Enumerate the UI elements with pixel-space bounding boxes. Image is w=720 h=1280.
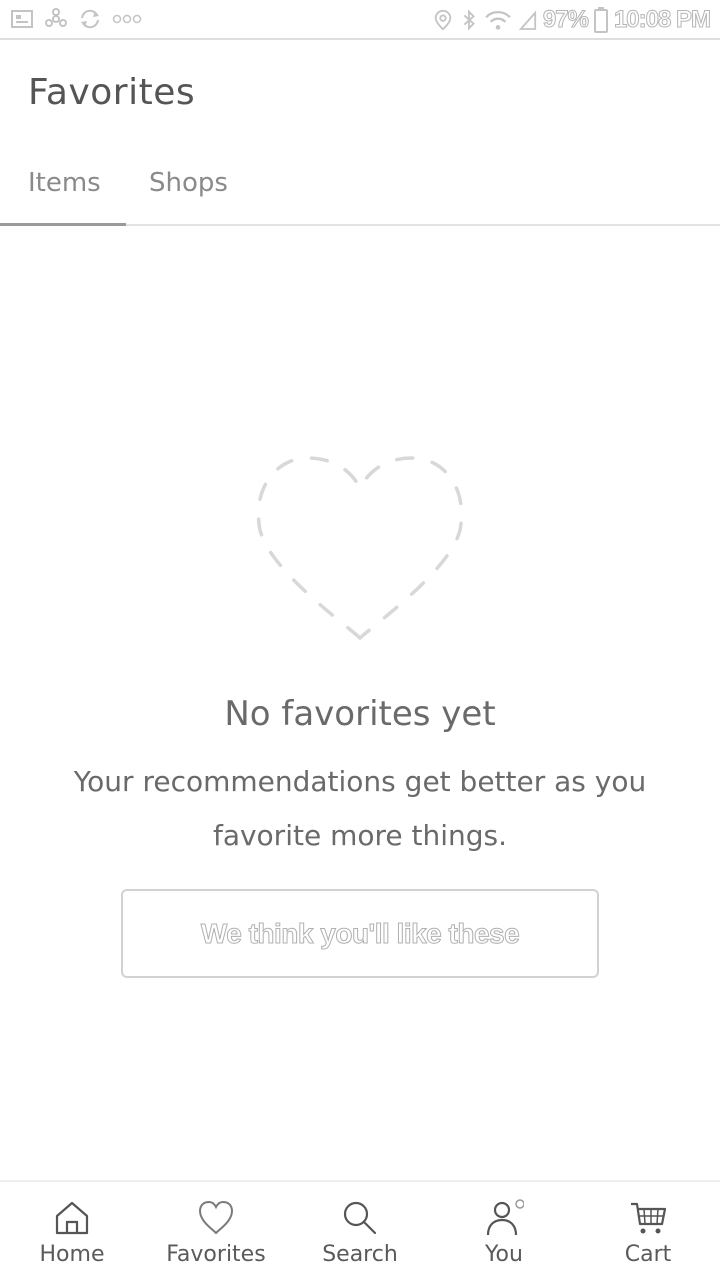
page-title: Favorites	[28, 72, 196, 113]
more-icon	[112, 14, 142, 24]
bottom-nav: Home Favorites Search You Cart	[0, 1180, 720, 1280]
nav-favorites-label: Favorites	[166, 1242, 266, 1267]
status-time: 10:08 PM	[613, 6, 711, 34]
battery-percent: 97%	[542, 6, 589, 34]
status-bar-right: 97% 10:08 PM	[431, 6, 712, 34]
battery-icon	[593, 7, 608, 33]
bluetooth-icon	[463, 9, 475, 31]
signal-icon	[518, 10, 536, 30]
nav-cart-label: Cart	[624, 1242, 672, 1267]
wifi-icon	[485, 11, 511, 30]
nav-home[interactable]: Home	[0, 1182, 144, 1280]
nav-search-label: Search	[322, 1242, 398, 1267]
nav-home-label: Home	[39, 1242, 105, 1267]
tab-shops[interactable]: Shops	[149, 168, 228, 198]
nav-favorites[interactable]: Favorites	[144, 1182, 288, 1280]
search-icon	[343, 1201, 377, 1235]
empty-state-subtitle: Your recommendations get better as you f…	[73, 765, 647, 852]
nav-cart[interactable]: Cart	[576, 1182, 720, 1280]
recommendations-button[interactable]: We think you'll like these	[121, 889, 599, 978]
home-icon	[55, 1201, 89, 1235]
status-bar: 97% 10:08 PM	[0, 0, 720, 40]
cart-icon	[631, 1202, 667, 1234]
favorites-tabs: Items Shops	[0, 150, 720, 226]
location-icon	[434, 9, 452, 31]
recommendations-button-label: We think you'll like these	[200, 917, 520, 949]
heart-icon	[198, 1200, 234, 1235]
dashed-heart-icon	[256, 456, 464, 641]
image-icon	[11, 10, 33, 28]
nav-you[interactable]: You	[432, 1182, 576, 1280]
tab-items[interactable]: Items	[28, 168, 101, 198]
empty-state-title: No favorites yet	[224, 694, 496, 734]
nav-you-label: You	[485, 1242, 523, 1267]
active-tab-indicator	[0, 223, 126, 226]
status-bar-left	[10, 8, 142, 30]
fan-icon	[45, 8, 67, 27]
person-icon	[486, 1199, 524, 1236]
sync-icon	[81, 9, 99, 29]
nav-search[interactable]: Search	[288, 1182, 432, 1280]
